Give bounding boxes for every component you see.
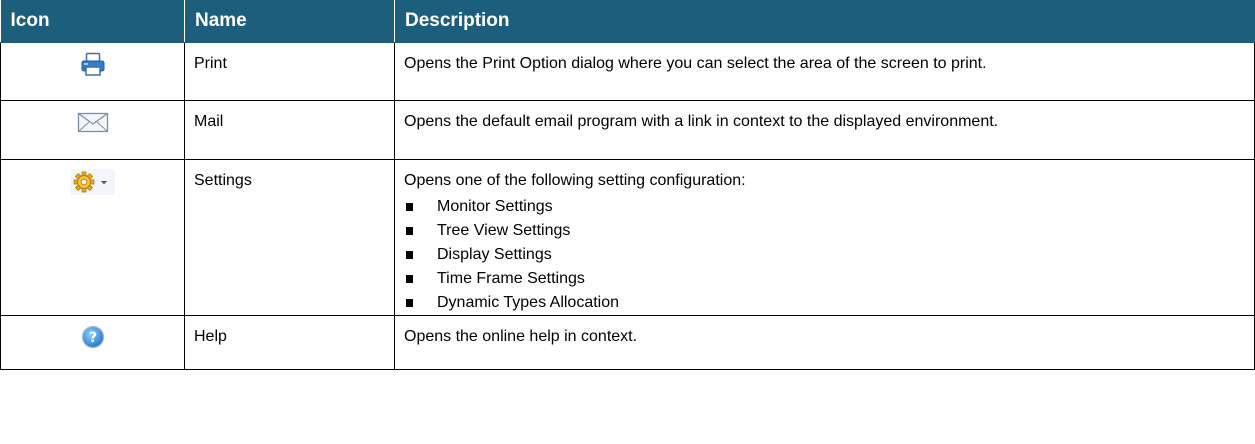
icon-cell: ? <box>0 315 185 370</box>
table-row-settings: Settings Opens one of the following sett… <box>0 159 1255 316</box>
svg-text:?: ? <box>88 330 96 346</box>
table-row-help: ? Help Opens the online help in context. <box>0 315 1255 370</box>
bullet-icon <box>406 299 413 307</box>
icon-cell <box>0 42 185 101</box>
printer-icon <box>80 52 106 81</box>
row-description: Opens the online help in context. <box>394 315 1255 370</box>
row-name: Mail <box>184 100 395 160</box>
mail-envelope-icon <box>77 110 109 139</box>
table-row-mail: Mail Opens the default email program wit… <box>0 100 1255 160</box>
header-name: Name <box>184 0 395 43</box>
list-item: Monitor Settings <box>404 195 1246 219</box>
list-item: Dynamic Types Allocation <box>404 291 1246 315</box>
row-description: Opens one of the following setting confi… <box>404 172 746 189</box>
icon-cell <box>0 159 185 316</box>
row-description-cell: Opens one of the following setting confi… <box>394 159 1255 316</box>
settings-list: Monitor Settings Tree View Settings Disp… <box>404 195 1246 315</box>
row-name: Help <box>184 315 395 370</box>
bullet-icon <box>406 275 413 283</box>
icon-cell <box>0 100 185 160</box>
bullet-icon <box>406 203 413 211</box>
header-description: Description <box>394 0 1255 43</box>
bullet-icon <box>406 251 413 259</box>
header-row: Icon Name Description <box>0 0 1255 43</box>
row-description: Opens the default email program with a l… <box>394 100 1255 160</box>
table-row-print: Print Opens the Print Option dialog wher… <box>0 42 1255 101</box>
list-item: Time Frame Settings <box>404 267 1246 291</box>
gear-dropdown-icon <box>70 169 115 200</box>
help-question-icon: ? <box>81 325 105 354</box>
list-item: Display Settings <box>404 243 1246 267</box>
icon-reference-table: Icon Name Description Print Opens the Pr… <box>0 0 1255 370</box>
row-name: Settings <box>184 159 395 316</box>
list-item: Tree View Settings <box>404 219 1246 243</box>
row-name: Print <box>184 42 395 101</box>
header-icon: Icon <box>0 0 185 43</box>
row-description: Opens the Print Option dialog where you … <box>394 42 1255 101</box>
bullet-icon <box>406 227 413 235</box>
